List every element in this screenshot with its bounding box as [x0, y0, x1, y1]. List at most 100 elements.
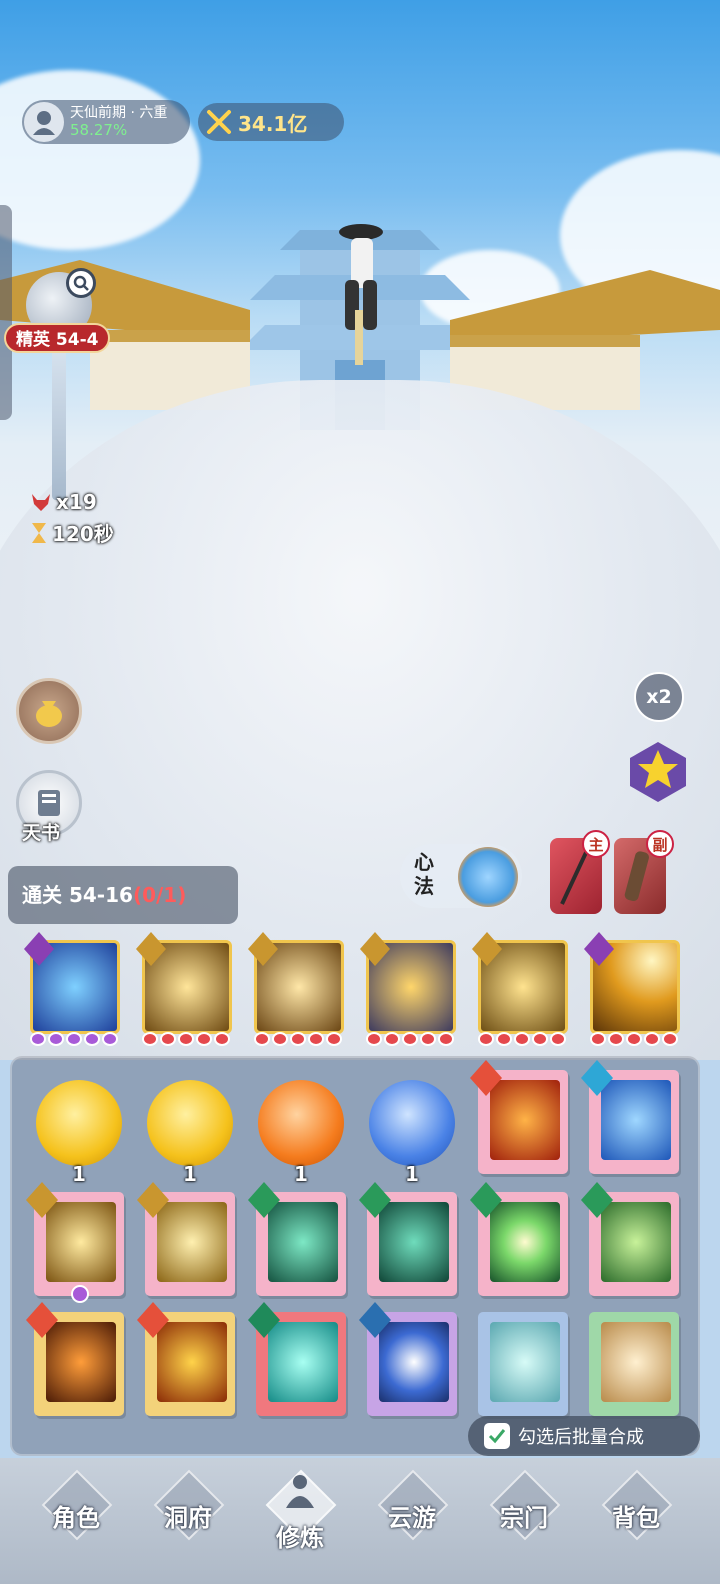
- sword-wheel-card[interactable]: [137, 1182, 235, 1296]
- clear-stage-bar[interactable]: 通关 54-16(0/1): [8, 866, 238, 924]
- orange-orb: [258, 1080, 344, 1166]
- money-bag-icon: [36, 701, 62, 727]
- wood-skill-card[interactable]: [581, 1182, 679, 1296]
- skill-stars: [478, 1032, 566, 1046]
- magnify-icon[interactable]: [66, 268, 96, 298]
- clear-stage-progress: (0/1): [132, 883, 187, 907]
- enemy-count-value: x19: [56, 490, 97, 514]
- cloud: [0, 70, 200, 250]
- wood-skill-card[interactable]: [359, 1182, 457, 1296]
- skill-stars: [254, 1032, 342, 1046]
- heavenly-book-label: 天书: [22, 822, 61, 844]
- blue-orb-item[interactable]: 1: [367, 1074, 457, 1186]
- wood-element-icon: [581, 1182, 613, 1218]
- nav-travel[interactable]: 云游: [364, 1469, 460, 1558]
- skill-stars: [366, 1032, 454, 1046]
- side-drawer-handle[interactable]: [0, 205, 12, 420]
- batch-merge-toggle[interactable]: 勾选后批量合成: [468, 1416, 700, 1456]
- mind-method-label: 心法: [414, 850, 434, 898]
- star-event-button[interactable]: [626, 740, 690, 804]
- phoenix-skill-card[interactable]: [470, 1060, 568, 1174]
- cultivation-realm-panel[interactable]: 天仙前期 · 六重 58.27%: [22, 100, 190, 144]
- bottom-navigation: 角色 洞府 修炼 云游 宗门 背包: [0, 1458, 720, 1584]
- bagua-palm-card[interactable]: [359, 1302, 457, 1416]
- checkmark-icon: [488, 1429, 506, 1444]
- blue-orb: [369, 1080, 455, 1166]
- sword-element-icon: [26, 1182, 58, 1218]
- nav-cultivate[interactable]: 修炼: [252, 1469, 348, 1558]
- wind-element-icon: [581, 1060, 613, 1096]
- nav-label: 云游: [388, 1504, 436, 1532]
- sword-gem-icon: [136, 932, 166, 966]
- stage-label: 精英 54-4: [4, 323, 111, 353]
- nav-backpack[interactable]: 背包: [588, 1469, 684, 1558]
- taiji-formation-card[interactable]: [581, 1060, 679, 1174]
- nav-cave[interactable]: 洞府: [140, 1469, 236, 1558]
- clear-stage-label: 通关 54-16: [22, 883, 133, 907]
- stage-progress-track: [52, 330, 66, 500]
- gold-orb-item[interactable]: 1: [34, 1074, 124, 1186]
- nav-label: 洞府: [164, 1504, 212, 1532]
- pagoda-gem-icon: [24, 932, 54, 966]
- batch-merge-checkbox[interactable]: [484, 1423, 510, 1449]
- skill-stars: [30, 1032, 118, 1046]
- pagoda-gem-icon: [584, 932, 614, 966]
- main-weapon-badge: 主: [582, 830, 610, 858]
- palm-skill-card[interactable]: [478, 1312, 568, 1416]
- combat-power-value: 34.1亿: [238, 111, 308, 136]
- gold-orb: [147, 1080, 233, 1166]
- skill-stars: [590, 1032, 678, 1046]
- fire-element-icon: [470, 1060, 502, 1096]
- realm-avatar-icon: [24, 102, 64, 142]
- treasure-bag-button[interactable]: [16, 678, 82, 744]
- nav-label: 宗门: [500, 1504, 548, 1532]
- star-dot-icon: [71, 1285, 89, 1303]
- sword-element-icon: [137, 1182, 169, 1218]
- hand-skill-card[interactable]: [589, 1312, 679, 1416]
- nav-label: 角色: [52, 1504, 100, 1532]
- nav-label: 修炼: [276, 1524, 324, 1552]
- enemy-count: x19: [30, 490, 97, 514]
- scroll-icon: [38, 790, 60, 816]
- golden-buddha-card[interactable]: [137, 1302, 235, 1416]
- speed-x2-button[interactable]: x2: [634, 672, 684, 722]
- buddha-element-icon: [137, 1302, 169, 1338]
- buddha-element-icon: [26, 1302, 58, 1338]
- sword-gem-icon: [248, 932, 278, 966]
- sub-weapon-badge: 副: [646, 830, 674, 858]
- crossed-swords-icon: [207, 110, 231, 134]
- wind-element-icon: [359, 1302, 391, 1338]
- nav-sect[interactable]: 宗门: [476, 1469, 572, 1558]
- equipped-skill-row: [24, 932, 690, 1048]
- wood-skill-card[interactable]: [248, 1182, 346, 1296]
- realm-progress: 58.27%: [70, 121, 128, 139]
- player-character: [339, 224, 383, 365]
- batch-merge-label: 勾选后批量合成: [518, 1427, 644, 1448]
- sub-weapon-slot[interactable]: 副: [614, 830, 674, 914]
- stage-timer-value: 120秒: [52, 522, 114, 546]
- mind-method-orb[interactable]: [458, 847, 518, 907]
- wood-element-icon: [470, 1182, 502, 1218]
- realm-name: 天仙前期 · 六重: [70, 105, 168, 121]
- wood-element-icon: [248, 1302, 280, 1338]
- meditating-figure-icon: [286, 1475, 314, 1508]
- wood-skill-card[interactable]: [470, 1182, 568, 1296]
- nav-label: 背包: [612, 1504, 660, 1532]
- skill-stars: [142, 1032, 230, 1046]
- sword-gem-icon: [360, 932, 390, 966]
- nav-character[interactable]: 角色: [28, 1469, 124, 1558]
- demon-head-icon: [32, 494, 50, 511]
- wood-element-icon: [359, 1182, 391, 1218]
- sword-skill-card[interactable]: [26, 1182, 124, 1296]
- stage-timer: 120秒: [30, 518, 114, 547]
- fire-buddha-card[interactable]: [26, 1302, 124, 1416]
- orange-orb-item[interactable]: 1: [256, 1074, 346, 1186]
- combat-power-panel[interactable]: 34.1亿: [198, 103, 344, 141]
- main-weapon-slot[interactable]: 主: [550, 830, 610, 914]
- hexagram-star-icon: [630, 742, 686, 802]
- water-shield-card[interactable]: [248, 1302, 346, 1416]
- gold-orb-item[interactable]: 1: [145, 1074, 235, 1186]
- hourglass-icon: [32, 522, 46, 543]
- wood-element-icon: [248, 1182, 280, 1218]
- sword-gem-icon: [472, 932, 502, 966]
